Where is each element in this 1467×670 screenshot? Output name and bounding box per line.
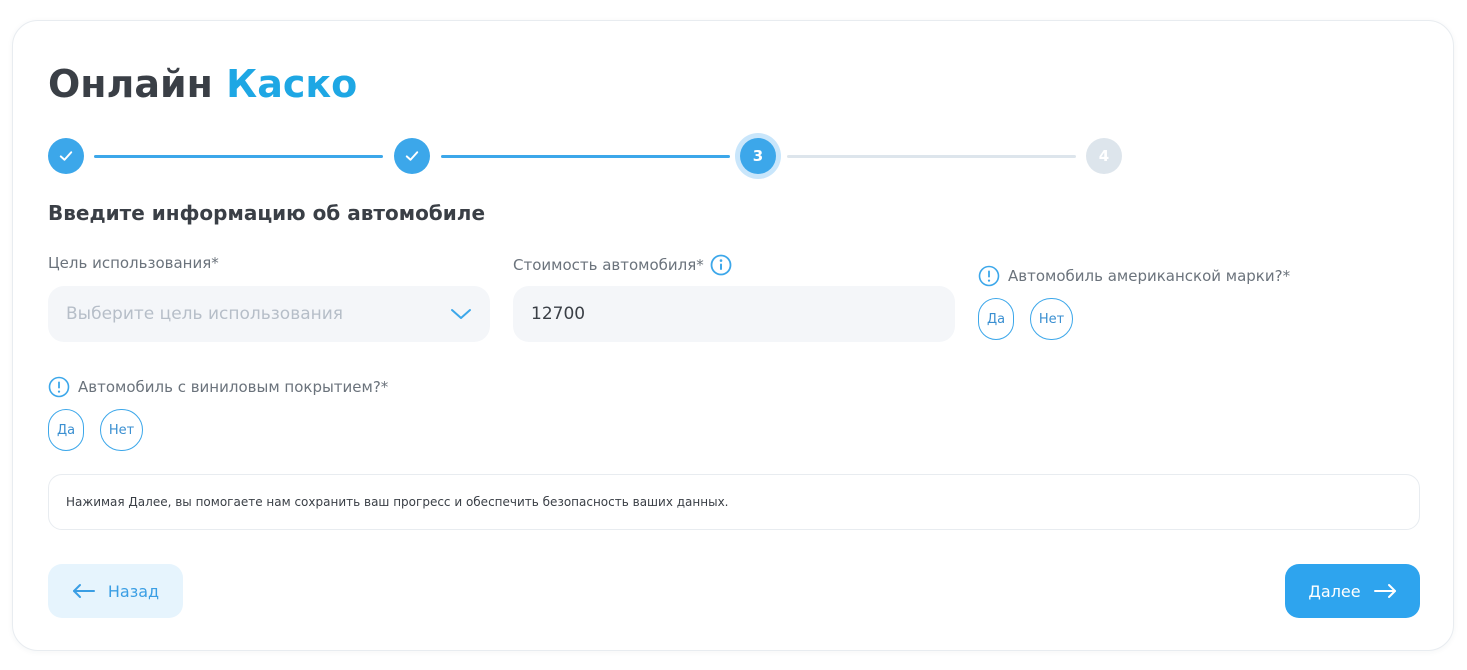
- back-label: Назад: [107, 581, 160, 601]
- vinyl-label: Автомобиль с виниловым покрытием?*: [48, 376, 388, 398]
- purpose-select[interactable]: Выберите цель использования: [48, 286, 490, 342]
- back-button[interactable]: Назад: [48, 564, 183, 618]
- title-accent: Каско: [226, 62, 358, 106]
- price-input[interactable]: 12700: [513, 286, 955, 342]
- price-label: Стоимость автомобиля*: [513, 254, 732, 276]
- arrow-right-icon: [1373, 583, 1397, 599]
- purpose-placeholder: Выберите цель использования: [66, 304, 344, 324]
- step-1-completed: [48, 138, 84, 174]
- step-connector-2: [441, 155, 730, 158]
- price-label-text: Стоимость автомобиля*: [513, 256, 704, 274]
- vinyl-yes-button[interactable]: Да: [48, 409, 84, 451]
- american-brand-yes-button[interactable]: Да: [978, 298, 1014, 340]
- next-label: Далее: [1308, 581, 1361, 601]
- purpose-label-text: Цель использования*: [48, 254, 219, 272]
- step-connector-3: [787, 155, 1076, 158]
- info-icon[interactable]: [710, 254, 732, 276]
- american-brand-label: Автомобиль американской марки?*: [978, 265, 1290, 287]
- exclamation-circle-icon: [978, 265, 1000, 287]
- check-icon: [405, 151, 419, 161]
- check-icon: [59, 151, 73, 161]
- step-2-completed: [394, 138, 430, 174]
- step-connector-1: [94, 155, 383, 158]
- step-4-upcoming: 4: [1086, 138, 1122, 174]
- vinyl-label-text: Автомобиль с виниловым покрытием?*: [78, 378, 389, 396]
- price-value: 12700: [531, 304, 586, 324]
- progress-notice: Нажимая Далее, вы помогаете нам сохранит…: [48, 474, 1420, 530]
- arrow-left-icon: [72, 583, 96, 599]
- chevron-down-icon: [450, 307, 472, 321]
- step-3-current: 3: [740, 138, 776, 174]
- page-title: Онлайн Каско: [48, 61, 357, 107]
- purpose-label: Цель использования*: [48, 254, 219, 272]
- notice-text: Нажимая Далее, вы помогаете нам сохранит…: [66, 495, 729, 509]
- step-number: 3: [752, 147, 764, 165]
- next-button[interactable]: Далее: [1285, 564, 1420, 618]
- form-card: Онлайн Каско 3 4 Введите информацию об а…: [12, 20, 1454, 651]
- american-brand-label-text: Автомобиль американской марки?*: [1008, 267, 1291, 285]
- title-main: Онлайн: [48, 62, 213, 106]
- step-number: 4: [1098, 147, 1110, 165]
- exclamation-circle-icon: [48, 376, 70, 398]
- vinyl-no-button[interactable]: Нет: [100, 409, 143, 451]
- american-brand-no-button[interactable]: Нет: [1030, 298, 1073, 340]
- section-title: Введите информацию об автомобиле: [48, 201, 486, 225]
